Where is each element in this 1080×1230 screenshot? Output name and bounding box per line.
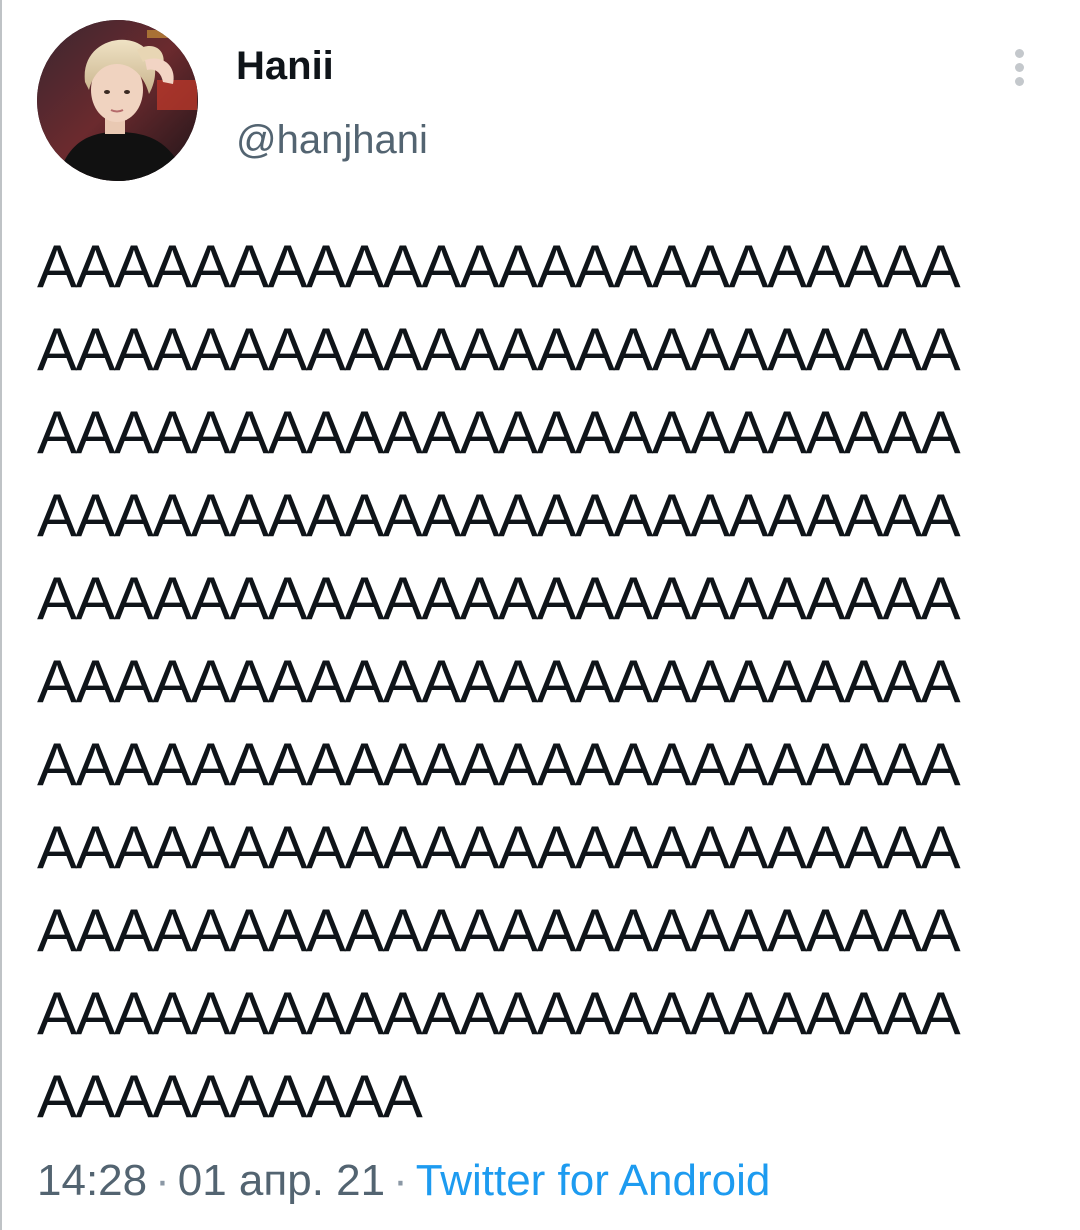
- meta-separator: ·: [155, 1156, 170, 1205]
- avatar[interactable]: [37, 20, 198, 181]
- tweet-time: 14:28: [37, 1156, 148, 1205]
- avatar-photo: [37, 20, 198, 181]
- tweet-text: AAAAAAAAAAAAAAAAAAAAAAAA AAAAAAAAAAAAAAA…: [37, 233, 961, 1130]
- display-name[interactable]: Hanii: [236, 42, 334, 90]
- tweet-card: Hanii @hanjhani AAAAAAAAAAAAAAAAAAAAAAAA…: [0, 0, 1080, 1230]
- user-handle[interactable]: @hanjhani: [236, 114, 428, 166]
- more-options-button[interactable]: [1000, 44, 1040, 92]
- tweet-source-link[interactable]: Twitter for Android: [416, 1156, 771, 1205]
- tweet-date: 01 апр. 21: [177, 1156, 386, 1205]
- tweet-metadata: 14:28 · 01 апр. 21 · Twitter for Android: [37, 1155, 770, 1207]
- meta-separator: ·: [393, 1156, 408, 1205]
